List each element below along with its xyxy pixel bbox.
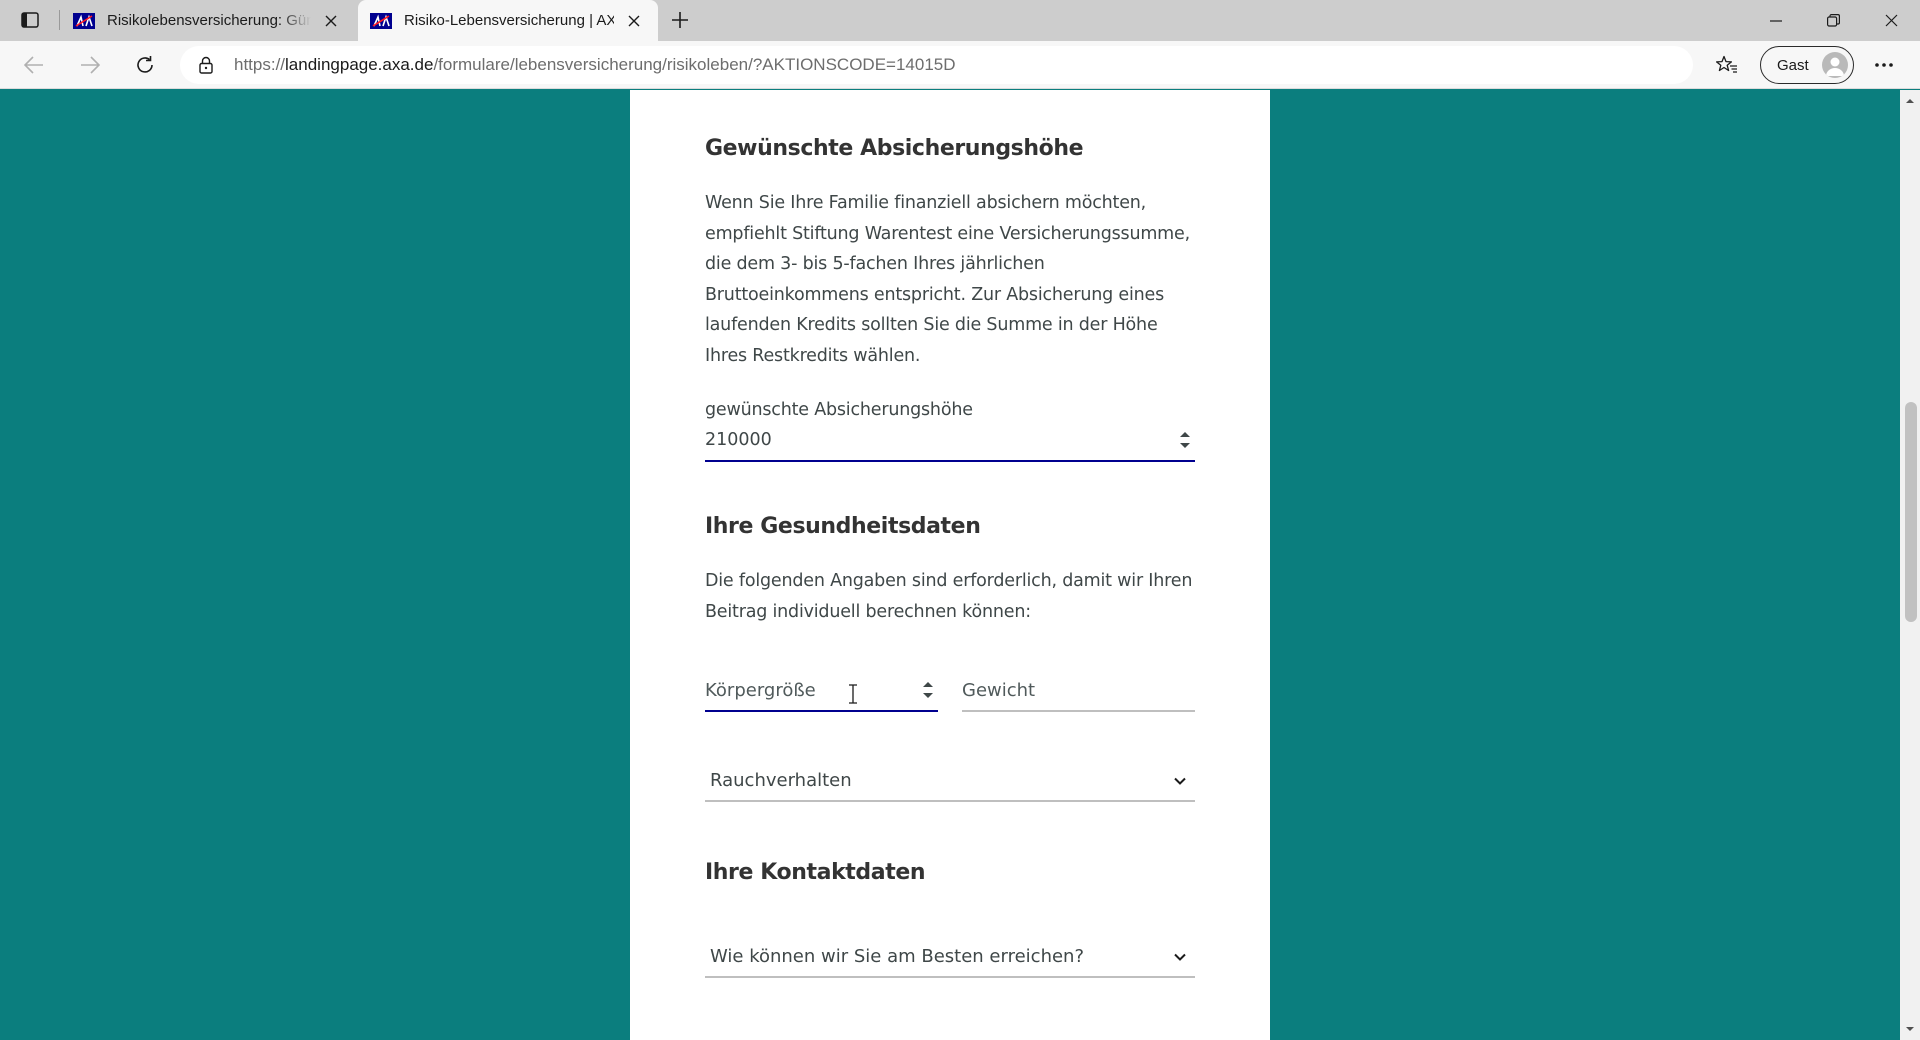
tab-title: Risikolebensversicherung: Günstig [107, 12, 311, 29]
text-cursor-icon [849, 684, 857, 704]
lock-icon[interactable] [196, 55, 216, 75]
minimize-icon [1770, 19, 1782, 22]
body-weight-input[interactable]: Gewicht [962, 678, 1195, 712]
close-window-button[interactable] [1862, 0, 1920, 41]
body-height-input[interactable]: Körpergröße [705, 678, 938, 712]
url-domain: landingpage.axa.de [285, 55, 434, 74]
smoking-select[interactable]: Rauchverhalten [705, 766, 1195, 802]
coverage-field-label: gewünschte Absicherungshöhe [705, 400, 973, 420]
tab-close-icon[interactable] [622, 9, 646, 33]
tab-close-icon[interactable] [319, 9, 343, 33]
favorites-button[interactable] [1709, 48, 1745, 82]
tab-actions-icon [21, 12, 39, 28]
coverage-heading: Gewünschte Absicherungshöhe [705, 136, 1084, 161]
settings-more-button[interactable] [1866, 48, 1902, 82]
body-height-placeholder: Körpergröße [705, 680, 816, 701]
axa-favicon-icon [370, 12, 392, 29]
scrollbar-thumb[interactable] [1905, 402, 1917, 622]
refresh-icon [137, 56, 153, 73]
url-text[interactable]: https://landingpage.axa.de/formulare/leb… [234, 55, 956, 75]
page-scrollbar[interactable] [1900, 90, 1920, 1040]
spinner-arrows-icon[interactable] [920, 678, 936, 702]
url-path: /formulare/lebensversicherung/risikolebe… [433, 55, 956, 74]
refresh-button[interactable] [127, 48, 163, 82]
avatar-icon [1822, 52, 1848, 78]
scroll-down-arrow-icon[interactable] [1905, 1024, 1915, 1034]
body-weight-placeholder: Gewicht [962, 680, 1036, 701]
plus-icon [672, 12, 688, 28]
tab-title: Risiko-Lebensversicherung | AXA [404, 12, 614, 29]
contact-method-select[interactable]: Wie können wir Sie am Besten erreichen? [705, 942, 1195, 978]
coverage-amount-value: 210000 [705, 430, 772, 450]
axa-favicon-icon [73, 12, 95, 29]
new-tab-button[interactable] [666, 6, 694, 34]
close-icon [1885, 14, 1897, 27]
address-bar[interactable]: https://landingpage.axa.de/formulare/leb… [180, 46, 1693, 84]
health-description: Die folgenden Angaben sind erforderlich,… [705, 571, 1193, 622]
tab-risikolebensversicherung[interactable]: Risikolebensversicherung: Günstig [61, 0, 355, 41]
form-card: Gewünschte Absicherungshöhe Wenn Sie Ihr… [630, 90, 1270, 1040]
page-viewport: Gewünschte Absicherungshöhe Wenn Sie Ihr… [0, 90, 1900, 1040]
arrow-left-icon [24, 56, 43, 74]
restore-icon [1826, 14, 1840, 27]
scroll-up-arrow-icon[interactable] [1905, 96, 1915, 106]
profile-button[interactable]: Gast [1760, 46, 1854, 84]
coverage-description: Wenn Sie Ihre Familie finanziell absiche… [705, 193, 1190, 366]
contact-heading: Ihre Kontaktdaten [705, 860, 926, 885]
health-heading: Ihre Gesundheitsdaten [705, 514, 981, 539]
coverage-amount-input[interactable]: 210000 [705, 428, 1195, 462]
contact-method-select-value: Wie können wir Sie am Besten erreichen? [710, 946, 1085, 967]
tab-strip: Risikolebensversicherung: Günstig Risiko… [0, 0, 1920, 41]
chevron-down-icon [1174, 953, 1186, 961]
restore-button[interactable] [1804, 0, 1862, 41]
more-horizontal-icon [1875, 63, 1893, 67]
arrow-right-icon [81, 56, 100, 74]
chevron-down-icon [1174, 777, 1186, 785]
favorites-star-icon [1716, 55, 1737, 73]
tab-risiko-lebensversicherung-axa[interactable]: Risiko-Lebensversicherung | AXA [358, 0, 658, 41]
spinner-arrows-icon[interactable] [1177, 428, 1193, 452]
back-button[interactable] [16, 48, 52, 82]
tab-actions-button[interactable] [12, 6, 48, 34]
tab-separator [59, 10, 60, 30]
url-prefix: https:// [234, 55, 286, 74]
minimize-button[interactable] [1747, 0, 1805, 41]
forward-button[interactable] [72, 48, 108, 82]
profile-label: Gast [1777, 56, 1809, 74]
smoking-select-value: Rauchverhalten [710, 770, 852, 791]
browser-toolbar: https://landingpage.axa.de/formulare/leb… [0, 41, 1920, 89]
